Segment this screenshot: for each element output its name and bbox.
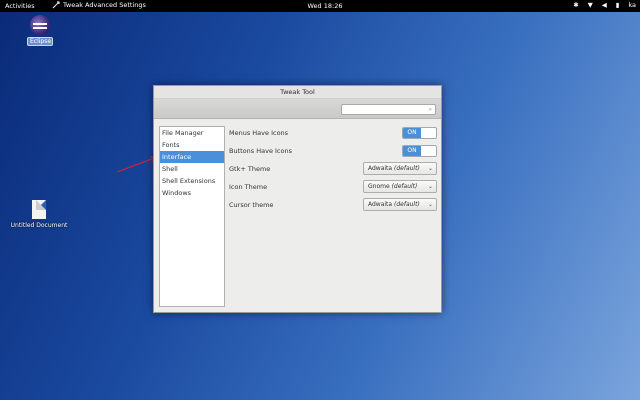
chevron-down-icon: ⌄ — [427, 165, 433, 172]
setting-cursor-theme: Cursor theme Adwaita (default) ⌄ — [229, 198, 437, 216]
clock[interactable]: Wed 18:26 — [300, 2, 350, 10]
setting-icon-theme: Icon Theme Gnome (default) ⌄ — [229, 180, 437, 198]
chevron-down-icon: ⌄ — [427, 183, 433, 190]
tweak-tool-window: Tweak Tool ⌕ File Manager Fonts Interfac… — [153, 85, 442, 313]
chevron-down-icon: ⌄ — [427, 201, 433, 208]
header-bar: ⌕ — [154, 99, 441, 119]
app-menu-label: Tweak Advanced Settings — [63, 1, 146, 9]
sidebar-item-shell-extensions[interactable]: Shell Extensions — [160, 175, 224, 187]
top-bar: Activities Tweak Advanced Settings Wed 1… — [0, 0, 640, 12]
search-icon: ⌕ — [428, 106, 432, 113]
sidebar-item-windows[interactable]: Windows — [160, 187, 224, 199]
setting-label: Cursor theme — [229, 201, 274, 209]
setting-gtk-theme: Gtk+ Theme Adwaita (default) ⌄ — [229, 162, 437, 180]
category-sidebar: File Manager Fonts Interface Shell Shell… — [159, 126, 225, 307]
combo-value: Adwaita — [368, 201, 394, 208]
sidebar-item-file-manager[interactable]: File Manager — [160, 127, 224, 139]
setting-buttons-have-icons: Buttons Have Icons ON — [229, 144, 437, 162]
activities-button[interactable]: Activities — [5, 2, 35, 10]
desktop-icon-eclipse[interactable]: Eclipse — [27, 15, 53, 46]
bluetooth-icon[interactable]: ✱ — [573, 1, 578, 9]
desktop-icon-document[interactable]: Untitled Document — [8, 200, 70, 229]
buttons-icons-switch[interactable]: ON — [402, 145, 437, 157]
setting-label: Buttons Have Icons — [229, 147, 292, 155]
combo-value: Adwaita — [368, 165, 394, 172]
sidebar-item-shell[interactable]: Shell — [160, 163, 224, 175]
switch-state: ON — [403, 146, 421, 156]
setting-label: Icon Theme — [229, 183, 268, 191]
combo-suffix: (default) — [394, 201, 420, 208]
window-title: Tweak Tool — [154, 86, 441, 99]
battery-icon[interactable]: ▮ — [616, 1, 620, 9]
volume-icon[interactable]: ◀ — [602, 1, 607, 9]
setting-label: Gtk+ Theme — [229, 165, 271, 173]
app-menu[interactable]: Tweak Advanced Settings — [52, 1, 146, 9]
combo-suffix: (default) — [394, 165, 420, 172]
setting-label: Menus Have Icons — [229, 129, 289, 137]
network-icon[interactable]: ▼ — [588, 1, 593, 9]
user-menu[interactable]: ka — [628, 1, 636, 9]
settings-panel: Menus Have Icons ON Buttons Have Icons O… — [229, 126, 437, 216]
setting-menus-have-icons: Menus Have Icons ON — [229, 126, 437, 144]
combo-suffix: (default) — [391, 183, 418, 190]
system-tray: ✱ ▼ ◀ ▮ ka — [573, 1, 636, 9]
switch-state: ON — [403, 128, 421, 138]
eclipse-icon — [30, 15, 50, 35]
gtk-theme-select[interactable]: Adwaita (default) ⌄ — [363, 162, 437, 175]
combo-value: Gnome — [368, 183, 392, 190]
search-input[interactable]: ⌕ — [341, 104, 436, 115]
document-icon — [32, 200, 46, 219]
icon-theme-select[interactable]: Gnome (default) ⌄ — [363, 180, 437, 193]
desktop-icon-label: Untitled Document — [10, 222, 68, 229]
desktop-icon-label: Eclipse — [27, 37, 53, 46]
sidebar-item-fonts[interactable]: Fonts — [160, 139, 224, 151]
sidebar-item-interface[interactable]: Interface — [160, 151, 224, 163]
tweak-tool-icon — [52, 1, 60, 9]
menus-icons-switch[interactable]: ON — [402, 127, 437, 139]
cursor-theme-select[interactable]: Adwaita (default) ⌄ — [363, 198, 437, 211]
